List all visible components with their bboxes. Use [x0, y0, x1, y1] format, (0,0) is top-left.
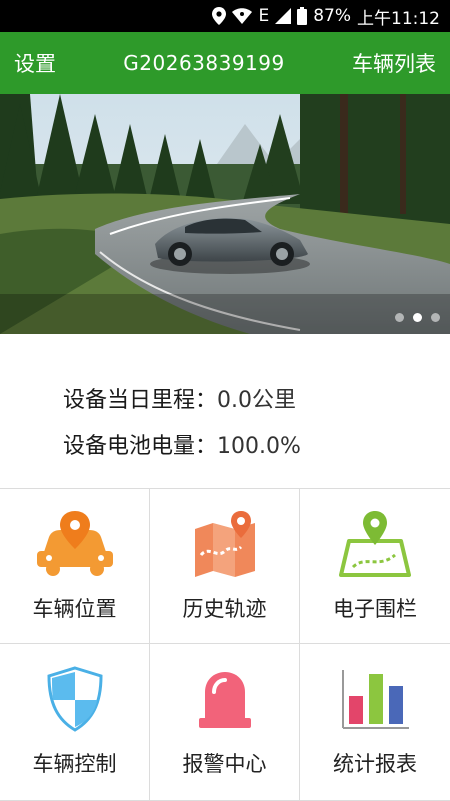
menu-alarm-center-label: 报警中心 [182, 752, 267, 776]
menu-car-location-label: 车辆位置 [32, 597, 117, 621]
carousel-dot-2[interactable] [413, 313, 422, 322]
car-location-icon [30, 509, 120, 579]
menu-alarm-center[interactable]: 报警中心 [150, 644, 300, 801]
alarm-light-icon [180, 664, 270, 734]
device-id-title: G20263839199 [123, 51, 285, 75]
status-bar: E 87% 上午11:12 [0, 0, 450, 32]
geofence-icon [330, 509, 420, 579]
wifi-icon [232, 8, 253, 24]
battery-icon [297, 7, 308, 25]
menu-history-track[interactable]: 历史轨迹 [150, 489, 300, 644]
banner-carousel[interactable] [0, 94, 450, 334]
carousel-dot-3[interactable] [431, 313, 440, 322]
banner-image [0, 94, 450, 334]
battery-row: 设备电池电量： 100.0% [63, 424, 301, 470]
menu-geofence-label: 电子围栏 [333, 597, 417, 621]
settings-button[interactable]: 设置 [14, 48, 56, 78]
mileage-label: 设备当日里程： [63, 388, 218, 413]
device-info: 设备当日里程： 0.0公里 设备电池电量： 100.0% [63, 378, 301, 470]
menu-vehicle-control-label: 车辆控制 [32, 752, 117, 776]
menu-history-track-label: 历史轨迹 [182, 597, 267, 621]
carousel-dot-1[interactable] [395, 313, 404, 322]
function-grid: 车辆位置 历史轨迹 电子围栏 车辆控制 报警中心 统计报表 [0, 488, 450, 801]
signal-icon [275, 8, 292, 24]
battery-value: 100.0% [217, 434, 301, 459]
network-type: E [258, 6, 270, 26]
menu-geofence[interactable]: 电子围栏 [300, 489, 450, 644]
battery-label: 设备电池电量： [63, 434, 218, 459]
map-track-icon [180, 509, 270, 579]
menu-statistics-label: 统计报表 [333, 752, 417, 776]
app-header: 设置 G20263839199 车辆列表 [0, 32, 450, 94]
vehicle-list-button[interactable]: 车辆列表 [352, 48, 436, 78]
carousel-indicators [395, 313, 440, 322]
mileage-value: 0.0公里 [217, 388, 297, 413]
menu-car-location[interactable]: 车辆位置 [0, 489, 150, 644]
menu-statistics[interactable]: 统计报表 [300, 644, 450, 801]
location-icon [212, 7, 227, 25]
battery-percent: 87% [313, 6, 351, 26]
clock: 上午11:12 [357, 8, 440, 29]
mileage-row: 设备当日里程： 0.0公里 [63, 378, 301, 424]
menu-vehicle-control[interactable]: 车辆控制 [0, 644, 150, 801]
shield-icon [30, 664, 120, 734]
bar-chart-icon [330, 664, 420, 734]
